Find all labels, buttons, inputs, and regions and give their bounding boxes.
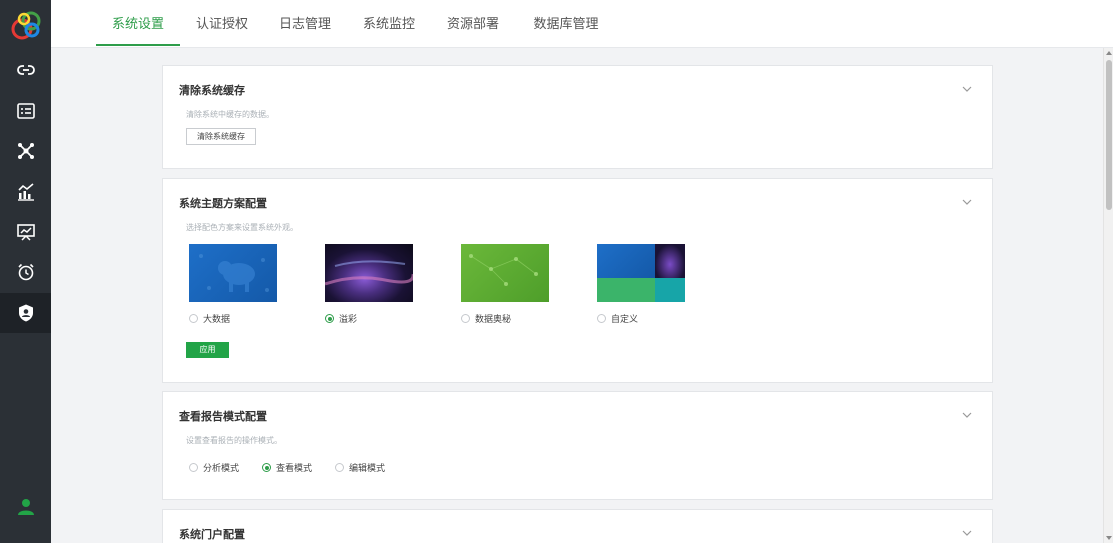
chevron-down-icon[interactable]	[962, 528, 972, 538]
chevron-down-icon[interactable]	[962, 84, 972, 94]
vertical-scrollbar[interactable]	[1103, 48, 1113, 543]
sidebar-item-presentation[interactable]	[0, 212, 51, 252]
card-description: 设置查看报告的操作模式。	[186, 436, 282, 445]
sidebar-item-security[interactable]	[0, 293, 51, 333]
card-portal-config: 系统门户配置	[162, 509, 993, 543]
radio-button[interactable]	[461, 314, 470, 323]
radio-button[interactable]	[189, 463, 198, 472]
link-icon	[16, 64, 35, 76]
network-icon	[17, 143, 34, 159]
theme-thumbnail-yicai[interactable]	[325, 244, 413, 302]
clear-cache-button[interactable]: 清除系统缓存	[186, 128, 256, 145]
user-icon	[17, 499, 34, 515]
main-content: 清除系统缓存 清除系统中缓存的数据。 清除系统缓存 系统主题方案配置 选择配色方…	[51, 48, 1103, 543]
chevron-down-icon[interactable]	[962, 410, 972, 420]
mode-option-view[interactable]: 查看模式	[262, 461, 312, 474]
logo-icon	[11, 11, 41, 40]
card-report-mode: 查看报告模式配置 设置查看报告的操作模式。 分析模式 查看模式 编辑模式	[162, 391, 993, 500]
chevron-down-icon[interactable]	[962, 197, 972, 207]
list-card-icon	[16, 103, 35, 119]
user-account-button[interactable]	[0, 492, 51, 522]
theme-thumbnail-custom[interactable]	[597, 244, 685, 302]
sidebar-item-network[interactable]	[0, 131, 51, 171]
scroll-down-arrow-icon[interactable]	[1106, 536, 1112, 540]
analytics-chart-icon	[17, 183, 34, 201]
radio-button[interactable]	[335, 463, 344, 472]
theme-thumbnail-bigdata[interactable]	[189, 244, 277, 302]
tab-resources[interactable]: 资源部署	[441, 0, 505, 48]
theme-option-label: 大数据	[203, 315, 231, 325]
card-title: 系统主题方案配置	[179, 197, 267, 210]
theme-option-yicai[interactable]: 溢彩	[325, 312, 357, 325]
mode-option-label: 分析模式	[203, 464, 240, 474]
shield-user-icon	[18, 304, 33, 322]
theme-option-label: 数据奥秘	[475, 315, 512, 325]
mode-option-analysis[interactable]: 分析模式	[189, 461, 239, 474]
card-theme-config: 系统主题方案配置 选择配色方案来设置系统外观。 大数据 溢彩 数据奥秘 自定义 …	[162, 178, 993, 383]
theme-thumbnail-data-mystery[interactable]	[461, 244, 549, 302]
card-title: 清除系统缓存	[179, 84, 245, 97]
theme-option-label: 溢彩	[339, 315, 358, 325]
card-description: 清除系统中缓存的数据。	[186, 110, 274, 119]
app-window: 系统设置 认证授权 日志管理 系统监控 资源部署 数据库管理 清除系统缓存 清除…	[0, 0, 1113, 543]
mode-option-label: 编辑模式	[349, 464, 386, 474]
sidebar-item-link[interactable]	[0, 50, 51, 90]
mode-option-edit[interactable]: 编辑模式	[335, 461, 385, 474]
sidebar-item-analytics[interactable]	[0, 172, 51, 212]
radio-button-selected[interactable]	[262, 463, 271, 472]
alarm-clock-icon	[17, 263, 34, 281]
top-tab-bar: 系统设置 认证授权 日志管理 系统监控 资源部署 数据库管理	[51, 0, 1113, 48]
sidebar-item-list[interactable]	[0, 91, 51, 131]
scrollbar-thumb[interactable]	[1106, 60, 1112, 210]
scroll-up-arrow-icon[interactable]	[1106, 51, 1112, 55]
card-title: 查看报告模式配置	[179, 410, 267, 423]
radio-button[interactable]	[597, 314, 606, 323]
radio-button[interactable]	[189, 314, 198, 323]
presentation-chart-icon	[16, 224, 35, 241]
card-description: 选择配色方案来设置系统外观。	[186, 223, 298, 232]
card-title: 系统门户配置	[179, 528, 245, 541]
sidebar-item-alarm[interactable]	[0, 252, 51, 292]
theme-option-label: 自定义	[611, 315, 639, 325]
tab-database[interactable]: 数据库管理	[525, 0, 607, 48]
card-clear-cache: 清除系统缓存 清除系统中缓存的数据。 清除系统缓存	[162, 65, 993, 169]
tab-system-settings[interactable]: 系统设置	[96, 0, 180, 48]
tab-logs[interactable]: 日志管理	[273, 0, 337, 48]
theme-option-custom[interactable]: 自定义	[597, 312, 638, 325]
tab-auth[interactable]: 认证授权	[190, 0, 254, 48]
sidebar	[0, 0, 51, 543]
radio-button-selected[interactable]	[325, 314, 334, 323]
tab-monitor[interactable]: 系统监控	[357, 0, 421, 48]
apply-theme-button[interactable]: 应用	[186, 342, 229, 358]
mode-option-label: 查看模式	[276, 464, 313, 474]
theme-option-bigdata[interactable]: 大数据	[189, 312, 230, 325]
theme-option-data-mystery[interactable]: 数据奥秘	[461, 312, 511, 325]
